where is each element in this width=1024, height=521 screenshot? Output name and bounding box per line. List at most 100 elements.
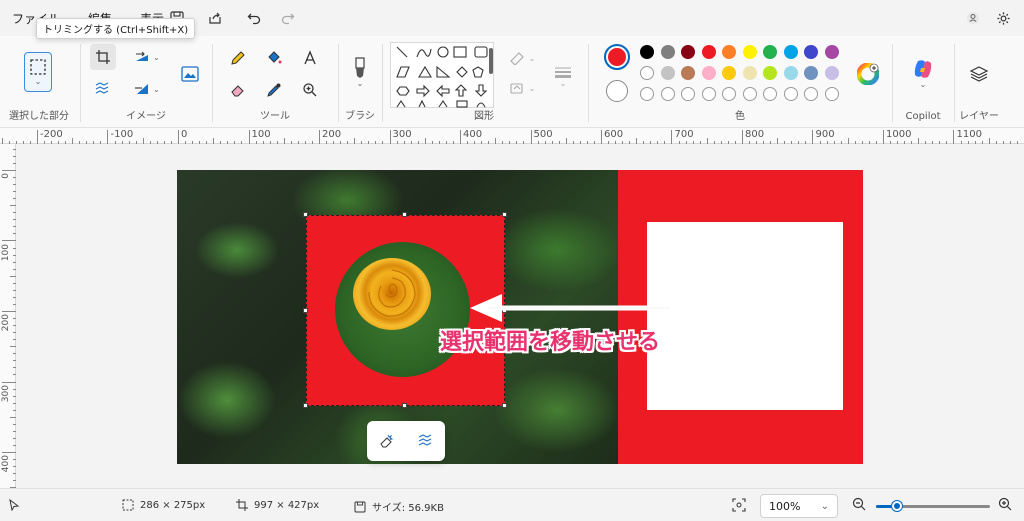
color-swatch[interactable] [640,45,654,59]
ruler-label: 1000 [886,129,912,140]
file-size-label: サイズ: 56.9KB [372,503,444,514]
erase-selection-button[interactable] [374,428,400,454]
resize-handle-top[interactable] [402,212,407,217]
selection-size: 286 × 275px [122,499,205,511]
divider [338,44,339,122]
shapes-gallery[interactable] [390,42,494,108]
line-width-button[interactable]: ⌄ [550,56,576,96]
resize-handle-left[interactable] [303,308,308,313]
ruler-label: 500 [533,129,553,140]
empty-color-slot[interactable] [660,87,675,101]
color-swatch[interactable] [660,66,675,80]
ruler-label: 900 [815,129,835,140]
zoom-slider-thumb[interactable] [891,501,902,511]
empty-color-slot[interactable] [783,87,798,101]
color-swatch[interactable] [783,66,798,80]
empty-color-slot[interactable] [701,87,716,101]
chevron-down-icon: ⌄ [919,79,927,89]
selection-size-icon [122,499,134,511]
zoom-out-button[interactable] [852,497,866,511]
resize-handle-bottom[interactable] [402,403,407,408]
account-icon[interactable] [962,7,984,29]
remove-background-selection-button[interactable] [413,428,439,454]
shapes-scrollbar[interactable] [489,48,493,74]
undo-icon[interactable] [243,7,265,29]
color-swatch[interactable] [824,66,839,80]
text-button[interactable] [298,46,322,70]
line-width-icon [555,67,571,78]
yellow-rose [353,258,431,330]
empty-color-slot[interactable] [640,87,654,101]
empty-color-slot[interactable] [742,87,757,101]
brush-button[interactable]: ⌄ [346,52,374,92]
pointer-position [8,499,20,511]
color-swatch[interactable] [681,66,695,80]
annotation-text: 選択範囲を移動させる [440,330,661,355]
primary-color-button[interactable] [604,44,630,70]
copilot-button[interactable]: ⌄ [910,54,936,92]
empty-color-slot[interactable] [722,87,736,101]
group-layers: レイヤー [956,36,1002,128]
color-swatch[interactable] [722,45,736,59]
color-swatch[interactable] [824,45,839,59]
color-swatch[interactable] [660,45,675,59]
color-wheel-icon [857,63,879,85]
color-picker-button[interactable] [262,78,286,102]
redo-icon[interactable] [277,7,299,29]
fit-to-window-button[interactable] [732,498,746,512]
fill-button[interactable] [262,46,286,70]
group-copilot: ⌄ Copilot [894,36,952,128]
ruler-label: -200 [40,129,63,140]
pencil-button[interactable] [226,46,250,70]
resize-handle-bottom-right[interactable] [502,403,507,408]
edit-colors-button[interactable] [856,62,880,86]
settings-icon[interactable] [992,7,1014,29]
crop-button[interactable] [90,44,116,70]
chevron-down-icon: ⌄ [559,78,567,88]
magnifier-button[interactable] [298,78,322,102]
share-icon[interactable] [204,7,226,29]
empty-color-slot[interactable] [804,87,818,101]
shape-outline-button[interactable]: ⌄ [504,48,540,68]
empty-color-slot[interactable] [763,87,777,101]
zoom-in-button[interactable] [998,497,1012,511]
eraser-button[interactable] [226,78,250,102]
secondary-color-button[interactable] [606,80,628,102]
remove-background-button[interactable] [90,78,116,100]
color-swatch[interactable] [763,66,777,80]
layers-button[interactable] [966,62,992,86]
shape-fill-button[interactable]: ⌄ [504,78,540,98]
resize-handle-bottom-left[interactable] [303,403,308,408]
color-swatch[interactable] [701,45,716,59]
image-insert-button[interactable] [178,62,202,86]
color-swatch[interactable] [804,66,818,80]
color-swatch[interactable] [763,45,777,59]
divider [382,44,383,122]
text-icon [304,50,316,65]
color-swatch[interactable] [722,66,736,80]
color-swatch[interactable] [681,45,695,59]
empty-color-slot[interactable] [824,87,839,101]
resize-handle-top-left[interactable] [303,212,308,217]
canvas-size-icon [236,499,248,511]
color-swatch[interactable] [701,66,716,80]
color-swatch[interactable] [742,45,757,59]
divider [954,44,955,122]
resize-button[interactable]: ⌄ [130,46,164,68]
rotate-button[interactable]: ⌄ [130,78,164,100]
layers-icon [969,66,989,82]
empty-color-slot[interactable] [681,87,695,101]
ruler-label: 100 [251,129,271,140]
color-swatch[interactable] [742,66,757,80]
color-swatch[interactable] [783,45,798,59]
paint-bucket-icon [268,51,282,64]
select-button[interactable]: ⌄ [24,52,52,92]
color-swatch[interactable] [640,66,654,80]
resize-handle-top-right[interactable] [502,212,507,217]
crop-icon [96,50,110,64]
color-swatch[interactable] [804,45,818,59]
zoom-dropdown[interactable]: 100% ⌄ [760,494,838,518]
pencil-icon [231,51,245,65]
fit-window-icon [732,498,746,512]
copilot-icon [914,59,932,78]
